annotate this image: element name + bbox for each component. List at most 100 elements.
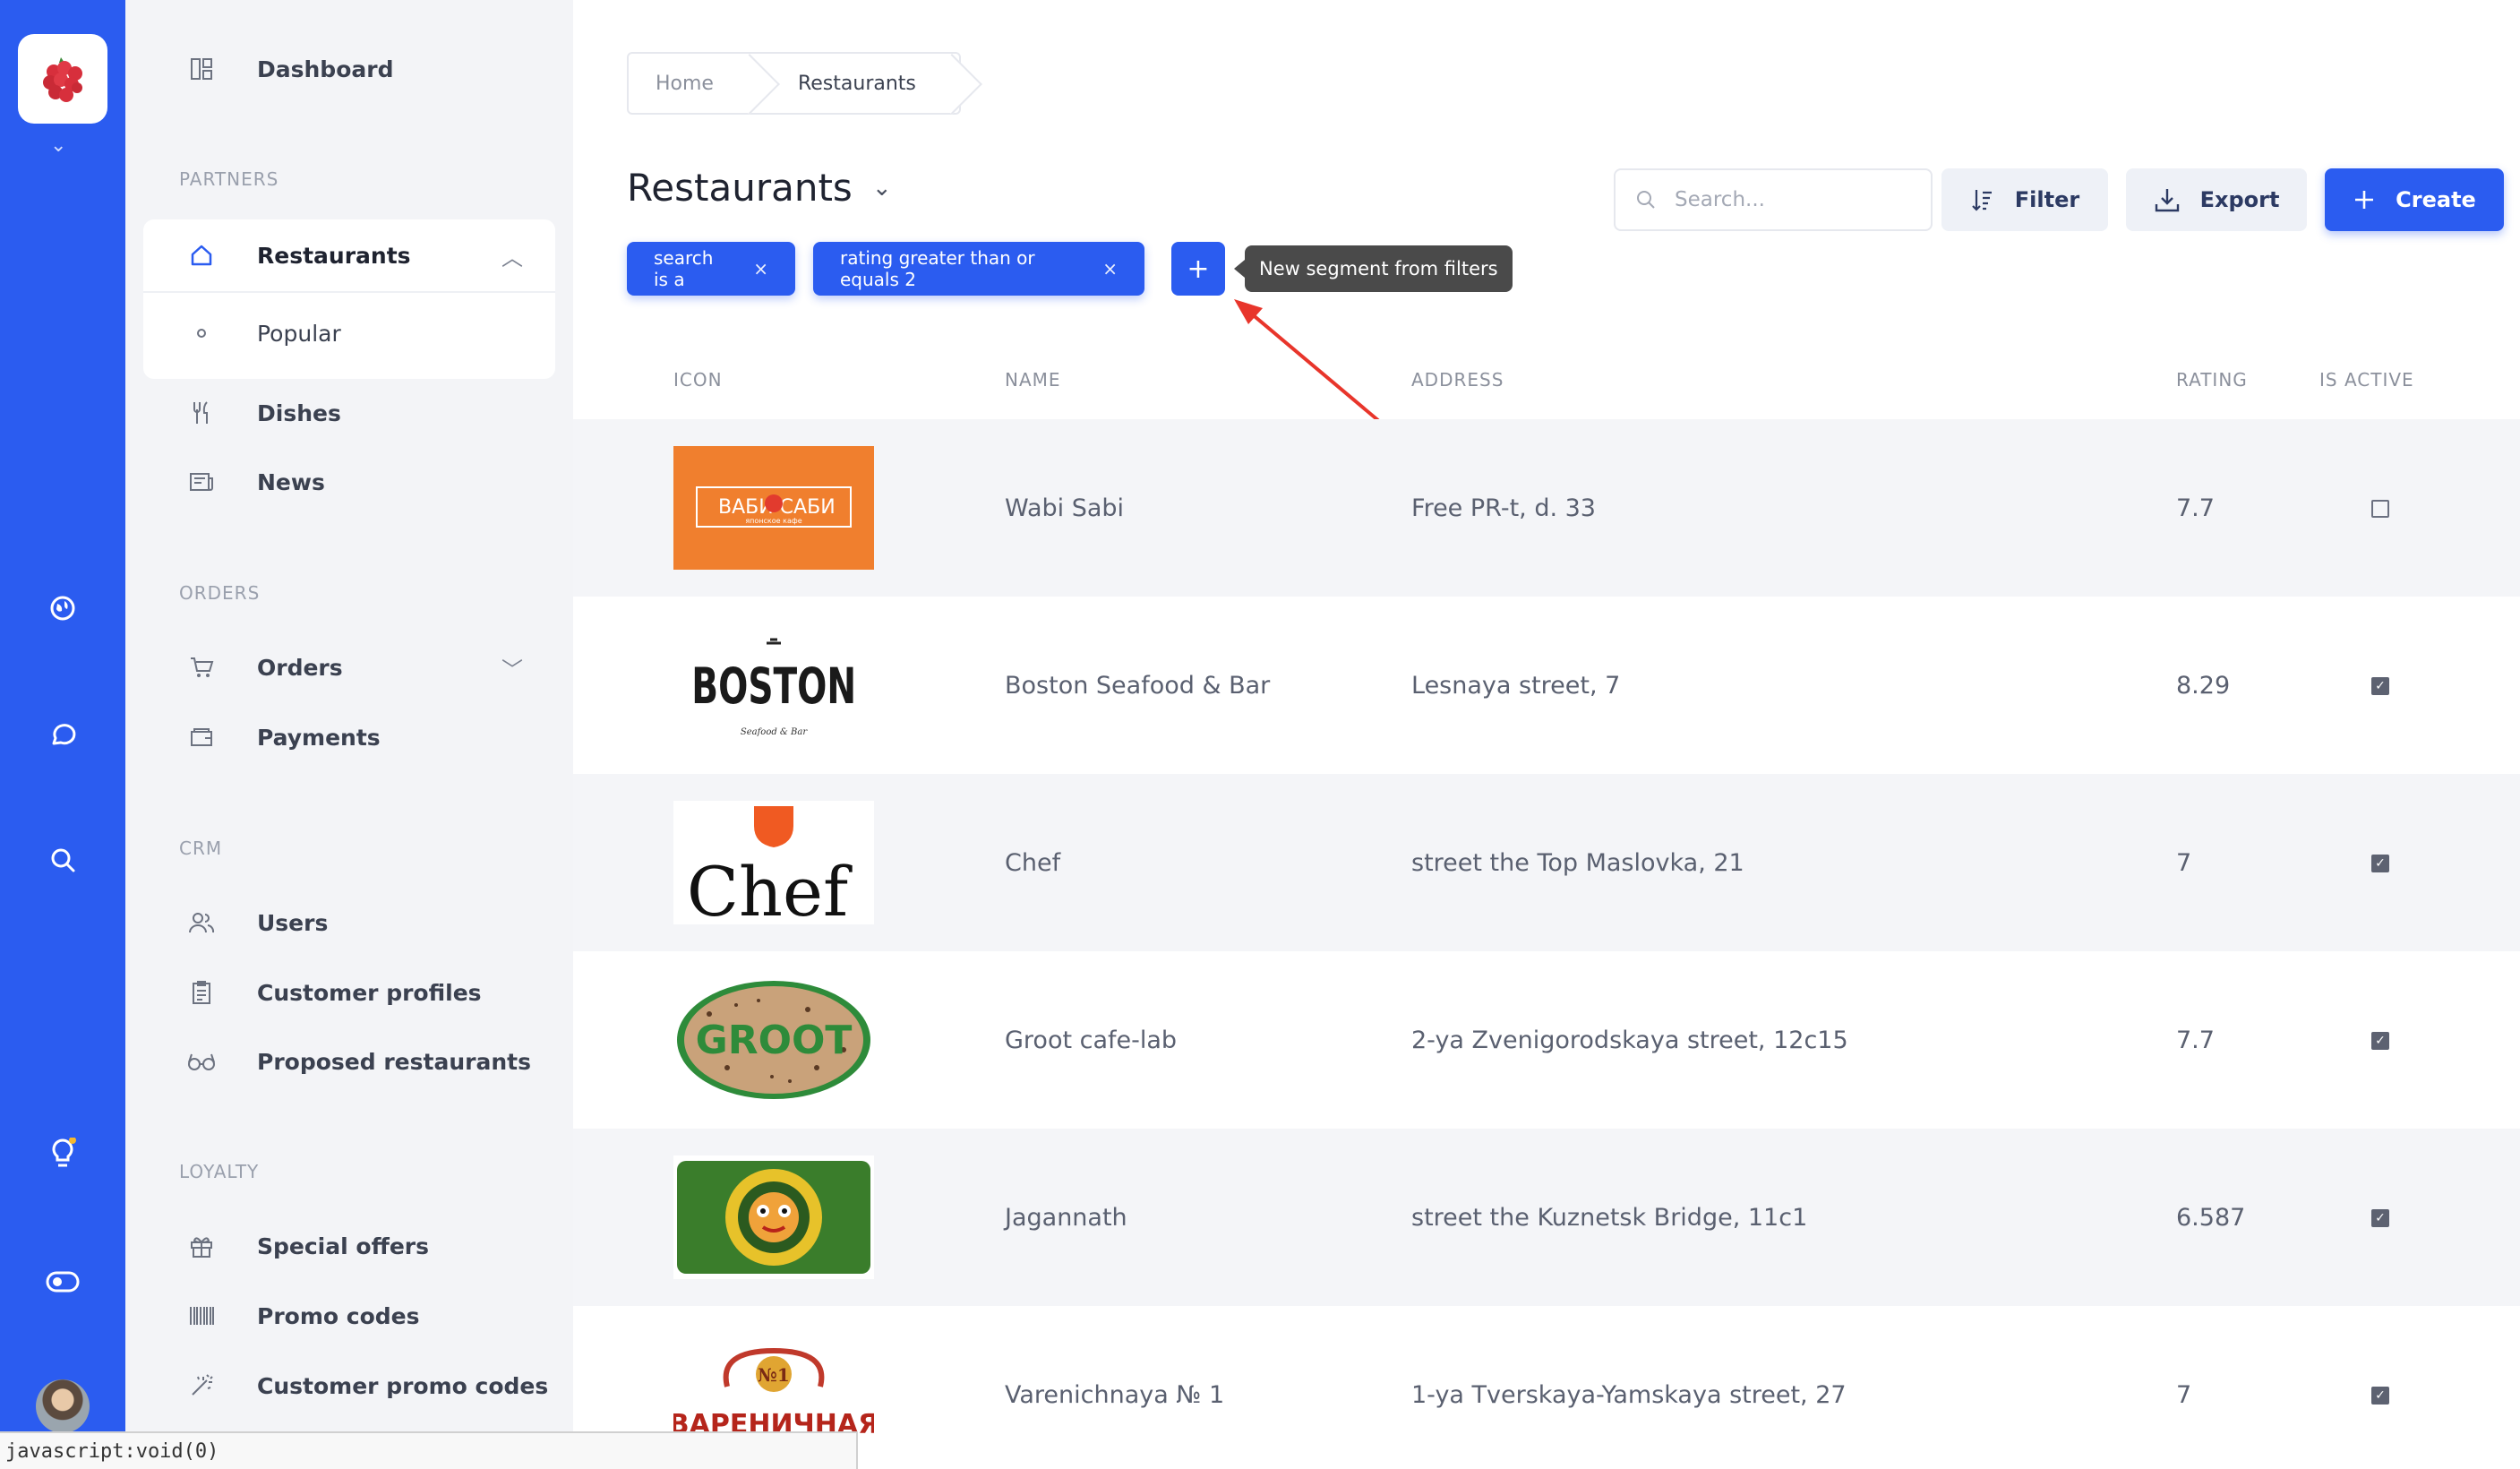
search-icon	[1637, 191, 1655, 209]
table-row[interactable]: BOSTON Seafood & Bar Boston Seafood & Ba…	[573, 597, 2520, 774]
dashboard-icon	[184, 57, 219, 81]
home-icon	[184, 243, 219, 268]
tooltip: New segment from filters	[1234, 245, 1513, 292]
sidebar-item-restaurants[interactable]: Restaurants ︿	[179, 224, 555, 287]
barcode-icon	[184, 1305, 219, 1327]
create-button[interactable]: Create	[2325, 168, 2504, 231]
sidebar-item-payments[interactable]: Payments	[179, 706, 555, 769]
table-row[interactable]: Chef Chef street the Top Maslovka, 21 7 …	[573, 774, 2520, 951]
restaurant-address: street the Top Maslovka, 21	[1411, 848, 1744, 877]
column-header-name[interactable]: NAME	[1005, 369, 1061, 391]
toggle-icon[interactable]	[45, 1264, 81, 1300]
column-header-address[interactable]: ADDRESS	[1411, 369, 1504, 391]
filter-chip-rating[interactable]: rating greater than or equals 2 ×	[813, 242, 1144, 296]
plus-icon	[2355, 191, 2374, 209]
sidebar-item-label: News	[257, 468, 325, 495]
sidebar: Dashboard PARTNERS Restaurants ︿ Popular…	[125, 0, 573, 1469]
restaurant-logo: Chef	[673, 801, 874, 924]
svg-text:№1: №1	[758, 1364, 790, 1386]
search-icon[interactable]	[45, 842, 81, 878]
lightbulb-icon[interactable]	[45, 1136, 81, 1172]
restaurant-name[interactable]: Wabi Sabi	[1005, 419, 1124, 597]
globe-icon[interactable]	[45, 590, 81, 626]
close-icon[interactable]: ×	[753, 258, 768, 279]
sidebar-item-promo-codes[interactable]: Promo codes	[179, 1284, 555, 1347]
active-checkbox[interactable]	[2371, 500, 2389, 518]
breadcrumb-home[interactable]: Home	[629, 54, 757, 113]
restaurant-rating: 8.29	[2176, 671, 2231, 700]
restaurant-rating: 7.7	[2176, 1026, 2215, 1054]
svg-text:Chef: Chef	[687, 852, 853, 924]
active-checkbox[interactable]: ✓	[2371, 1387, 2389, 1405]
table-row[interactable]: ВАБИ САБИ японское кафе Wabi Sabi Free P…	[573, 419, 2520, 597]
svg-text:Seafood & Bar: Seafood & Bar	[741, 727, 808, 737]
restaurant-logo: BOSTON Seafood & Bar	[673, 623, 874, 747]
clipboard-icon	[184, 980, 219, 1005]
export-button[interactable]: Export	[2126, 168, 2307, 231]
sidebar-item-customer-profiles[interactable]: Customer profiles	[179, 961, 555, 1024]
filter-chip-search[interactable]: search is a ×	[627, 242, 795, 296]
sidebar-item-news[interactable]: News	[179, 451, 555, 513]
sidebar-item-label: Popular	[257, 320, 341, 347]
table-row[interactable]: №1 ВАРЕНИЧНАЯ Varenichnaya № 1 1-ya Tver…	[573, 1306, 2520, 1469]
sidebar-item-label: Users	[257, 909, 329, 936]
column-header-rating[interactable]: RATING	[2176, 369, 2248, 391]
search-input[interactable]: Search...	[1614, 168, 1933, 231]
active-checkbox[interactable]: ✓	[2371, 1032, 2389, 1050]
sidebar-item-label: Dishes	[257, 399, 341, 426]
breadcrumb-restaurants: Restaurants	[757, 54, 959, 113]
gift-icon	[184, 1233, 219, 1259]
section-label-loyalty: LOYALTY	[179, 1161, 260, 1182]
page-title-text: Restaurants	[627, 166, 853, 210]
restaurant-address: 2-ya Zvenigorodskaya street, 12c15	[1411, 1026, 1848, 1054]
column-header-is-active[interactable]: IS ACTIVE	[2319, 369, 2414, 391]
sidebar-item-dishes[interactable]: Dishes	[179, 382, 555, 444]
active-checkbox[interactable]: ✓	[2371, 1209, 2389, 1227]
chevron-down-icon[interactable]: ﹀	[501, 652, 523, 683]
sidebar-item-label: Dashboard	[257, 56, 394, 82]
chevron-down-icon[interactable]: ⌄	[50, 134, 66, 157]
glasses-icon	[184, 1052, 219, 1071]
sidebar-item-users[interactable]: Users	[179, 891, 555, 954]
restaurant-rating: 7	[2176, 1380, 2192, 1409]
svg-text:японское кафе: японское кафе	[745, 517, 801, 525]
sidebar-item-label: Orders	[257, 654, 343, 681]
sidebar-item-label: Promo codes	[257, 1302, 420, 1329]
sidebar-item-special-offers[interactable]: Special offers	[179, 1215, 555, 1277]
sidebar-item-orders[interactable]: Orders ﹀	[179, 636, 555, 699]
restaurant-rating: 6.587	[2176, 1203, 2246, 1232]
close-icon[interactable]: ×	[1102, 258, 1118, 279]
sidebar-item-customer-promo-codes[interactable]: Customer promo codes	[179, 1354, 555, 1417]
cutlery-icon	[184, 400, 219, 425]
search-placeholder: Search...	[1675, 188, 1765, 211]
page-title[interactable]: Restaurants ⌄	[627, 166, 892, 210]
raspberry-icon	[43, 57, 82, 102]
filter-button[interactable]: Filter	[1941, 168, 2108, 231]
news-icon	[184, 471, 219, 493]
restaurant-logo: ВАБИ САБИ японское кафе	[673, 446, 874, 570]
breadcrumb: Home Restaurants	[627, 52, 961, 115]
active-checkbox[interactable]: ✓	[2371, 677, 2389, 695]
avatar[interactable]	[36, 1379, 90, 1433]
table-row[interactable]: Jagannath street the Kuznetsk Bridge, 11…	[573, 1129, 2520, 1306]
column-header-icon: ICON	[673, 369, 723, 391]
new-segment-button[interactable]: +	[1171, 242, 1225, 296]
sidebar-item-label: Customer promo codes	[257, 1372, 549, 1399]
sidebar-item-dashboard[interactable]: Dashboard	[179, 38, 555, 100]
section-label-orders: ORDERS	[179, 582, 261, 604]
restaurant-name[interactable]: Chef	[1005, 774, 1060, 951]
restaurant-name[interactable]: Boston Seafood & Bar	[1005, 597, 1270, 774]
chevron-down-icon[interactable]: ⌄	[872, 175, 892, 202]
restaurant-name[interactable]: Varenichnaya № 1	[1005, 1306, 1224, 1469]
chevron-up-icon[interactable]: ︿	[501, 240, 523, 271]
sidebar-item-popular[interactable]: Popular	[179, 302, 555, 365]
active-checkbox[interactable]: ✓	[2371, 855, 2389, 872]
table-row[interactable]: GROOT Groot cafe-lab 2-ya Zvenigorodskay…	[573, 951, 2520, 1129]
section-label-partners: PARTNERS	[179, 168, 279, 190]
sidebar-item-label: Proposed restaurants	[257, 1048, 531, 1075]
app-logo[interactable]	[18, 34, 107, 124]
restaurant-name[interactable]: Jagannath	[1005, 1129, 1127, 1306]
sidebar-item-proposed-restaurants[interactable]: Proposed restaurants	[179, 1030, 555, 1093]
chat-icon[interactable]	[45, 717, 81, 753]
restaurant-name[interactable]: Groot cafe-lab	[1005, 951, 1177, 1129]
